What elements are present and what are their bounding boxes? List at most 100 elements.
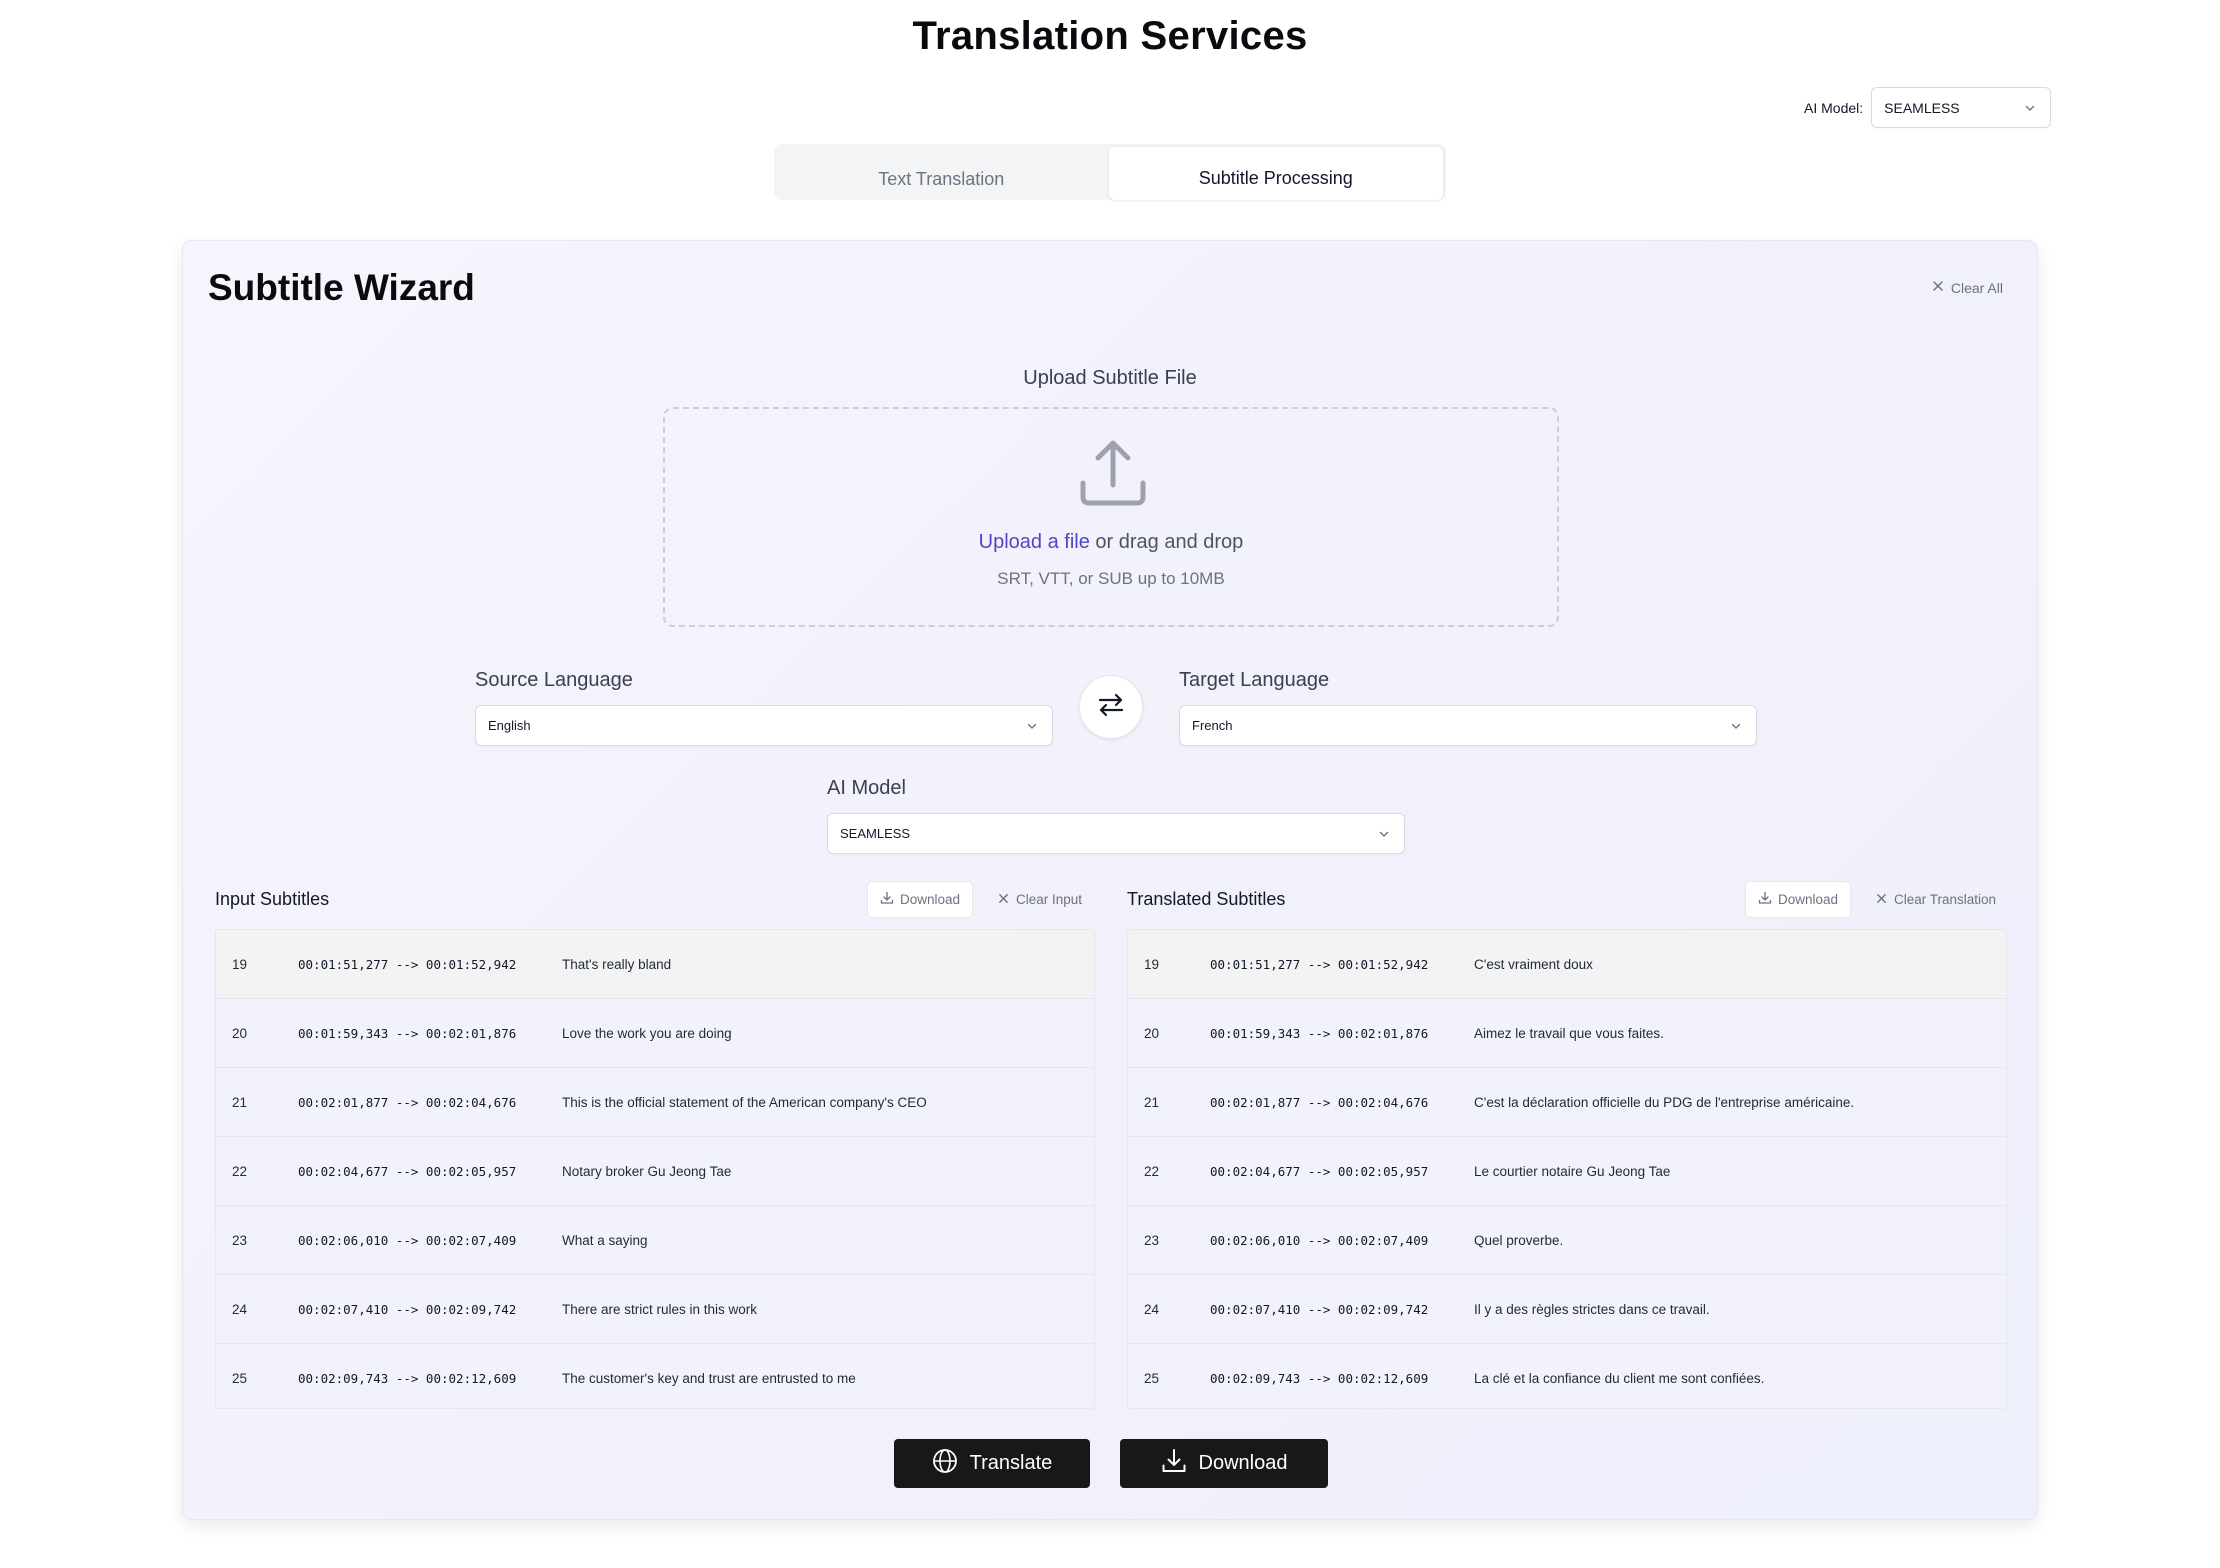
subtitle-timecode: 00:02:07,410 --> 00:02:09,742 xyxy=(1210,1301,1429,1317)
subtitle-timecode: 00:01:51,277 --> 00:01:52,942 xyxy=(1210,956,1429,972)
subtitle-row: 24 00:02:07,410 --> 00:02:09,742 Il y a de… xyxy=(1128,1275,2006,1344)
subtitle-number: 23 xyxy=(1144,1232,1160,1248)
translate-label: Translate xyxy=(969,1452,1053,1474)
ai-model-select[interactable]: SEAMLESS xyxy=(827,813,1405,854)
input-download-label: Download xyxy=(900,892,961,907)
upload-file-link[interactable]: Upload a file xyxy=(979,531,1090,553)
subtitle-timecode: 00:02:07,410 --> 00:02:09,742 xyxy=(298,1301,517,1317)
top-model-label: AI Model: xyxy=(1804,99,1864,116)
upload-icon xyxy=(1077,437,1149,509)
source-language-select[interactable]: English xyxy=(475,705,1053,746)
subtitle-number: 19 xyxy=(1144,956,1160,972)
subtitle-row: 24 00:02:07,410 --> 00:02:09,742 There are… xyxy=(216,1275,1094,1344)
subtitle-text: Le courtier notaire Gu Jeong Tae xyxy=(1474,1163,1671,1179)
download-button[interactable]: Download xyxy=(1120,1439,1328,1488)
upload-dropzone[interactable]: Upload a file or drag and drop SRT, VTT,… xyxy=(663,407,1559,627)
subtitle-row: 22 00:02:04,677 --> 00:02:05,957 Le courti… xyxy=(1128,1137,2006,1206)
top-model-select[interactable]: SEAMLESS xyxy=(1871,87,2052,128)
subtitle-row: 20 00:01:59,343 --> 00:02:01,876 Aimez le … xyxy=(1128,999,2006,1068)
ai-model-value: SEAMLESS xyxy=(840,826,911,841)
subtitle-text: There are strict rules in this work xyxy=(562,1301,758,1317)
translated-download-button[interactable]: Download xyxy=(1745,881,1852,918)
subtitle-row: 19 00:01:51,277 --> 00:01:52,942 C'est vra… xyxy=(1128,930,2006,999)
subtitle-text: C'est la déclaration officielle du PDG d… xyxy=(1474,1094,1855,1110)
close-icon xyxy=(997,892,1010,908)
target-language-select[interactable]: French xyxy=(1179,705,1757,746)
subtitle-text: That's really bland xyxy=(562,956,672,972)
target-language-value: French xyxy=(1192,718,1233,733)
subtitle-row: 20 00:01:59,343 --> 00:02:01,876 Love the … xyxy=(216,999,1094,1068)
top-model-value: SEAMLESS xyxy=(1884,99,1960,116)
subtitle-number: 19 xyxy=(232,956,248,972)
subtitle-text: The customer's key and trust are entrust… xyxy=(562,1371,856,1386)
subtitle-number: 25 xyxy=(1144,1371,1160,1386)
clear-all-button[interactable]: Clear All xyxy=(1931,279,2003,296)
clear-all-label: Clear All xyxy=(1950,279,2003,296)
swap-arrows-icon xyxy=(1096,690,1126,725)
input-subtitles-title: Input Subtitles xyxy=(215,889,330,909)
subtitle-timecode: 00:01:51,277 --> 00:01:52,942 xyxy=(298,956,517,972)
subtitle-text: C'est vraiment doux xyxy=(1474,956,1593,972)
subtitle-text: This is the official statement of the Am… xyxy=(562,1094,927,1110)
download-label: Download xyxy=(1198,1452,1288,1474)
tab-subtitle-processing[interactable]: Subtitle Processing xyxy=(1108,147,1443,200)
subtitle-timecode: 00:02:06,010 --> 00:02:07,409 xyxy=(298,1232,517,1248)
tab-bar: Text Translation Subtitle Processing xyxy=(774,144,1446,200)
subtitle-text: Notary broker Gu Jeong Tae xyxy=(562,1163,732,1179)
subtitle-number: 22 xyxy=(232,1163,248,1179)
swap-languages-button[interactable] xyxy=(1079,675,1143,739)
subtitle-timecode: 00:02:01,877 --> 00:02:04,676 xyxy=(1210,1094,1429,1110)
upload-instruction: Upload a file or drag and drop xyxy=(665,531,1557,554)
subtitle-number: 25 xyxy=(232,1371,248,1386)
subtitle-timecode: 00:02:06,010 --> 00:02:07,409 xyxy=(1210,1232,1429,1248)
ai-model-label: AI Model xyxy=(827,777,906,799)
tab-text-translation[interactable]: Text Translation xyxy=(774,144,1109,200)
clear-translation-label: Clear Translation xyxy=(1894,892,1997,907)
subtitle-number: 23 xyxy=(232,1232,248,1248)
subtitle-row: 21 00:02:01,877 --> 00:02:04,676 This is t… xyxy=(216,1068,1094,1137)
download-icon xyxy=(880,891,894,908)
clear-input-button[interactable]: Clear Input xyxy=(997,881,1082,918)
subtitle-timecode: 00:02:01,877 --> 00:02:04,676 xyxy=(298,1094,517,1110)
input-download-button[interactable]: Download xyxy=(867,881,974,918)
subtitle-text: What a saying xyxy=(562,1232,648,1248)
subtitle-row: 23 00:02:06,010 --> 00:02:07,409 What a sa… xyxy=(216,1206,1094,1275)
source-language-value: English xyxy=(488,718,531,733)
subtitle-number: 20 xyxy=(1144,1025,1160,1041)
subtitle-timecode: 00:02:04,677 --> 00:02:05,957 xyxy=(1210,1163,1429,1179)
upload-drag-text: or drag and drop xyxy=(1095,531,1244,553)
subtitle-text: Aimez le travail que vous faites. xyxy=(1474,1025,1664,1041)
subtitle-row: 25 00:02:09,743 --> 00:02:12,609 La clé et… xyxy=(1128,1344,2006,1408)
subtitle-text: La clé et la confiance du client me sont… xyxy=(1474,1371,1765,1386)
translated-subtitles-list: 19 00:01:51,277 --> 00:01:52,942 C'est vra… xyxy=(1127,929,2007,1409)
clear-input-label: Clear Input xyxy=(1016,892,1083,907)
download-icon xyxy=(1758,891,1772,908)
subtitle-row: 22 00:02:04,677 --> 00:02:05,957 Notary br… xyxy=(216,1137,1094,1206)
close-icon xyxy=(1931,279,1945,296)
upload-hint: SRT, VTT, or SUB up to 10MB xyxy=(997,569,1225,588)
subtitle-timecode: 00:02:09,743 --> 00:02:12,609 xyxy=(1210,1371,1429,1386)
translated-download-label: Download xyxy=(1778,892,1839,907)
subtitle-text: Quel proverbe. xyxy=(1474,1232,1564,1248)
download-icon xyxy=(1161,1448,1187,1480)
subtitle-number: 20 xyxy=(232,1025,248,1041)
page-title: Translation Services xyxy=(912,14,1308,58)
subtitle-row: 23 00:02:06,010 --> 00:02:07,409 Quel prov… xyxy=(1128,1206,2006,1275)
globe-icon xyxy=(932,1448,958,1480)
wizard-title: Subtitle Wizard xyxy=(208,267,475,308)
top-model-selector: AI Model: SEAMLESS xyxy=(1804,87,2052,128)
subtitle-text: Il y a des règles strictes dans ce trava… xyxy=(1474,1301,1710,1317)
subtitle-timecode: 00:02:09,743 --> 00:02:12,609 xyxy=(298,1371,517,1386)
subtitle-number: 21 xyxy=(1144,1094,1160,1110)
subtitle-number: 24 xyxy=(1144,1301,1160,1317)
input-subtitles-list: 19 00:01:51,277 --> 00:01:52,942 That's re… xyxy=(215,929,1095,1409)
chevron-down-icon xyxy=(2024,102,2036,114)
translate-button[interactable]: Translate xyxy=(894,1439,1090,1488)
clear-translation-button[interactable]: Clear Translation xyxy=(1875,881,1996,918)
subtitle-timecode: 00:01:59,343 --> 00:02:01,876 xyxy=(298,1025,517,1041)
subtitle-row: 21 00:02:01,877 --> 00:02:04,676 C'est la … xyxy=(1128,1068,2006,1137)
subtitle-timecode: 00:01:59,343 --> 00:02:01,876 xyxy=(1210,1025,1429,1041)
subtitle-text: Love the work you are doing xyxy=(562,1025,732,1041)
subtitle-number: 21 xyxy=(232,1094,248,1110)
close-icon xyxy=(1875,892,1888,908)
